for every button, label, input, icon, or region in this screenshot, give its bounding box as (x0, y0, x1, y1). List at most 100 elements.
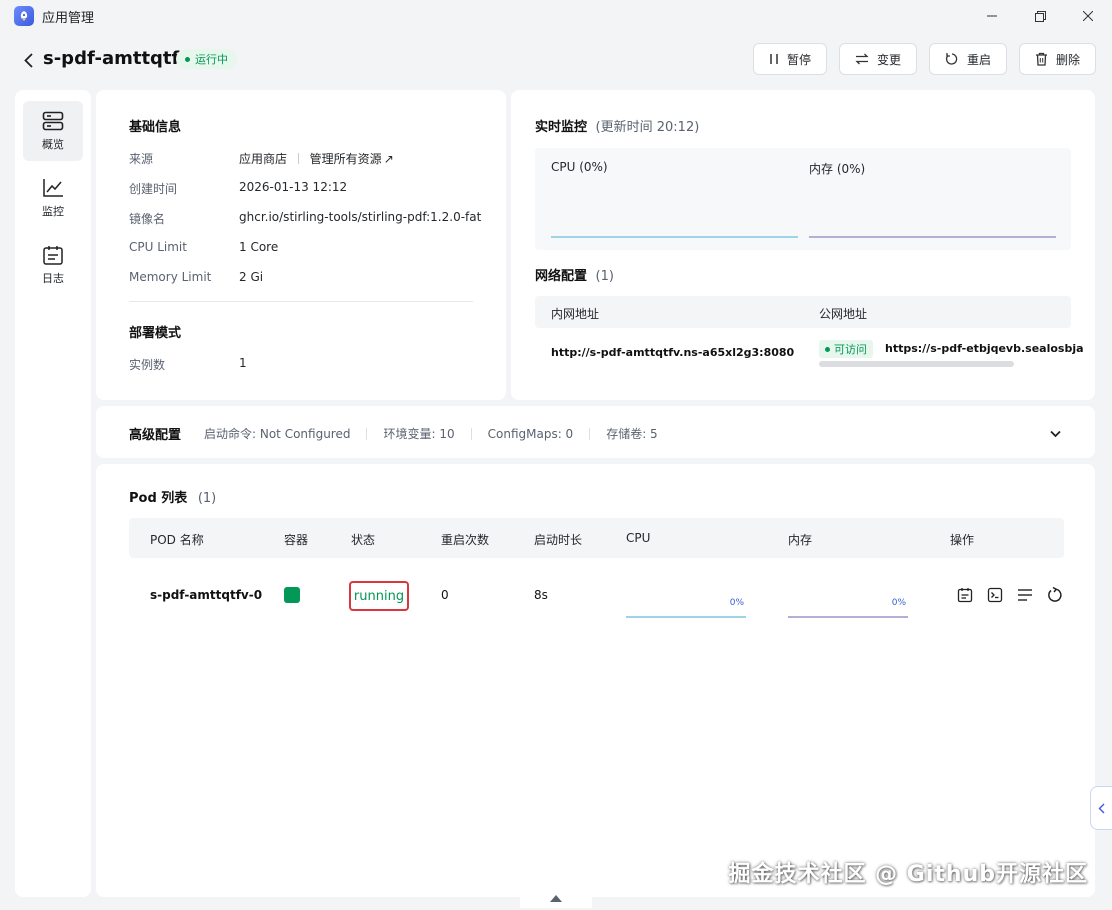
change-button-label: 变更 (876, 52, 901, 67)
details-list-icon[interactable] (1016, 586, 1034, 604)
network-count: (1) (595, 269, 614, 284)
page-title: s-pdf-amttqtfv (43, 48, 192, 69)
minimize-icon[interactable] (968, 0, 1016, 32)
restart-button[interactable]: 重启 (928, 43, 1007, 75)
col-actions: 操作 (950, 533, 975, 547)
section-divider (129, 301, 473, 302)
manage-resources-link-text: 管理所有资源 (309, 152, 382, 166)
deploy-mode-title: 部署模式 (129, 326, 182, 341)
pod-cpu-usage: 0% (626, 598, 746, 618)
image-value: ghcr.io/stirling-tools/stirling-pdf:1.2.… (239, 210, 482, 224)
caret-up-icon (550, 894, 562, 902)
cpu-chart-line (551, 236, 798, 238)
bottom-drawer-toggle[interactable] (520, 888, 592, 908)
rocket-icon (14, 6, 34, 26)
pod-logs-icon[interactable] (956, 586, 974, 604)
public-address-link[interactable]: https://s-pdf-etbjqevb.sealosbja (885, 342, 1084, 355)
pod-list-title-text: Pod 列表 (129, 491, 188, 506)
col-cpu: CPU (626, 531, 651, 545)
advanced-config-title: 高级配置 (129, 428, 182, 443)
network-title-text: 网络配置 (535, 269, 588, 284)
access-badge-label: 可访问 (834, 343, 867, 356)
close-icon[interactable] (1064, 0, 1112, 32)
pod-status: running (349, 581, 409, 611)
restart-icon (945, 53, 958, 65)
memory-limit-label: Memory Limit (129, 270, 212, 284)
pod-memory-usage: 0% (788, 598, 908, 618)
pod-list-title: Pod 列表 (1) (129, 487, 216, 506)
monitor-card: 实时监控 (更新时间 20:12) CPU (0%) 内存 (0%) 网络配置 … (511, 90, 1095, 400)
access-dot-icon (825, 346, 830, 352)
chart-icon (43, 178, 63, 197)
basic-info-card: 基础信息 来源 应用商店 管理所有资源 ↗ 创建时间 2026-01-13 12:… (96, 90, 506, 400)
pause-button[interactable]: 暂停 (752, 43, 827, 75)
network-title: 网络配置 (1) (535, 265, 614, 284)
cpu-limit-label: CPU Limit (129, 240, 187, 254)
basic-info-title: 基础信息 (129, 120, 182, 135)
col-public-address: 公网地址 (819, 307, 868, 321)
nav-item-monitor[interactable]: 监控 (23, 168, 83, 228)
manage-resources-link[interactable]: 管理所有资源 ↗ (310, 152, 394, 166)
configmaps-info: ConfigMaps: 0 (487, 426, 574, 441)
pod-list-count: (1) (197, 491, 217, 506)
divider (470, 427, 472, 440)
pause-button-label: 暂停 (786, 52, 811, 67)
nav-item-logs[interactable]: 日志 (23, 235, 83, 295)
image-label: 镜像名 (129, 212, 166, 226)
restart-button-label: 重启 (966, 52, 991, 67)
window-title: 应用管理 (42, 10, 95, 26)
col-uptime: 启动时长 (534, 533, 583, 547)
source-label: 来源 (129, 152, 154, 166)
page-header: s-pdf-amttqtfv 运行中 暂停 变更 重启 删除 (0, 40, 1112, 80)
pod-cpu-percent: 0% (729, 598, 744, 608)
horizontal-scrollbar[interactable] (819, 361, 1014, 367)
external-link-icon: ↗ (383, 152, 394, 166)
pod-uptime: 8s (534, 588, 548, 602)
swap-icon (855, 53, 869, 65)
created-label: 创建时间 (129, 182, 178, 196)
memory-limit-value: 2 Gi (239, 270, 264, 284)
col-restarts: 重启次数 (441, 533, 490, 547)
watermark: 掘金技术社区 @ Github开源社区 (728, 862, 1088, 887)
nav-label-monitor: 监控 (42, 204, 64, 218)
nav-item-overview[interactable]: 概览 (23, 101, 83, 161)
pod-name: s-pdf-amttqtfv-0 (150, 588, 263, 602)
network-table-header: 内网地址 公网地址 (535, 296, 1071, 328)
divider (297, 153, 299, 164)
change-button[interactable]: 变更 (838, 43, 917, 75)
server-icon (42, 111, 64, 130)
cpu-chart-label: CPU (0%) (551, 160, 608, 174)
delete-button-label: 删除 (1055, 52, 1080, 67)
col-container: 容器 (284, 533, 309, 547)
created-value: 2026-01-13 12:12 (239, 180, 348, 194)
col-memory: 内存 (788, 533, 813, 547)
monitor-title: 实时监控 (更新时间 20:12) (535, 116, 699, 135)
pod-restart-icon[interactable] (1046, 586, 1064, 604)
pod-list-card: Pod 列表 (1) POD 名称 容器 状态 重启次数 启动时长 CPU 内存… (96, 464, 1095, 897)
advanced-config-card[interactable]: 高级配置 启动命令: Not Configured 环境变量: 10 Confi… (96, 406, 1095, 458)
col-status: 状态 (351, 533, 376, 547)
chevron-down-icon[interactable] (1050, 427, 1061, 441)
monitor-title-text: 实时监控 (535, 120, 588, 135)
trash-icon (1035, 52, 1047, 66)
private-address-value[interactable]: http://s-pdf-amttqtfv.ns-a65xl2g3:8080 (551, 346, 794, 359)
side-panel-toggle[interactable] (1090, 786, 1112, 830)
pod-cpu-line (626, 616, 746, 618)
nav-label-overview: 概览 (42, 137, 64, 151)
side-nav: 概览 监控 日志 (15, 90, 91, 897)
memory-chart-line (809, 236, 1056, 238)
restore-icon[interactable] (1016, 0, 1064, 32)
memory-chart-label: 内存 (0%) (809, 162, 866, 176)
terminal-icon[interactable] (986, 586, 1004, 604)
instances-value: 1 (239, 356, 247, 370)
col-private-address: 内网地址 (551, 307, 600, 321)
pause-icon (770, 54, 778, 64)
delete-button[interactable]: 删除 (1018, 43, 1096, 75)
start-command-info: 启动命令: Not Configured (204, 427, 351, 441)
cpu-limit-value: 1 Core (239, 240, 279, 254)
container-status-indicator[interactable] (284, 587, 300, 603)
title-bar: 应用管理 (0, 0, 1112, 32)
storage-info: 存储卷: 5 (606, 427, 658, 441)
back-arrow-icon[interactable] (20, 50, 36, 70)
monitor-update-time: (更新时间 20:12) (595, 120, 700, 135)
